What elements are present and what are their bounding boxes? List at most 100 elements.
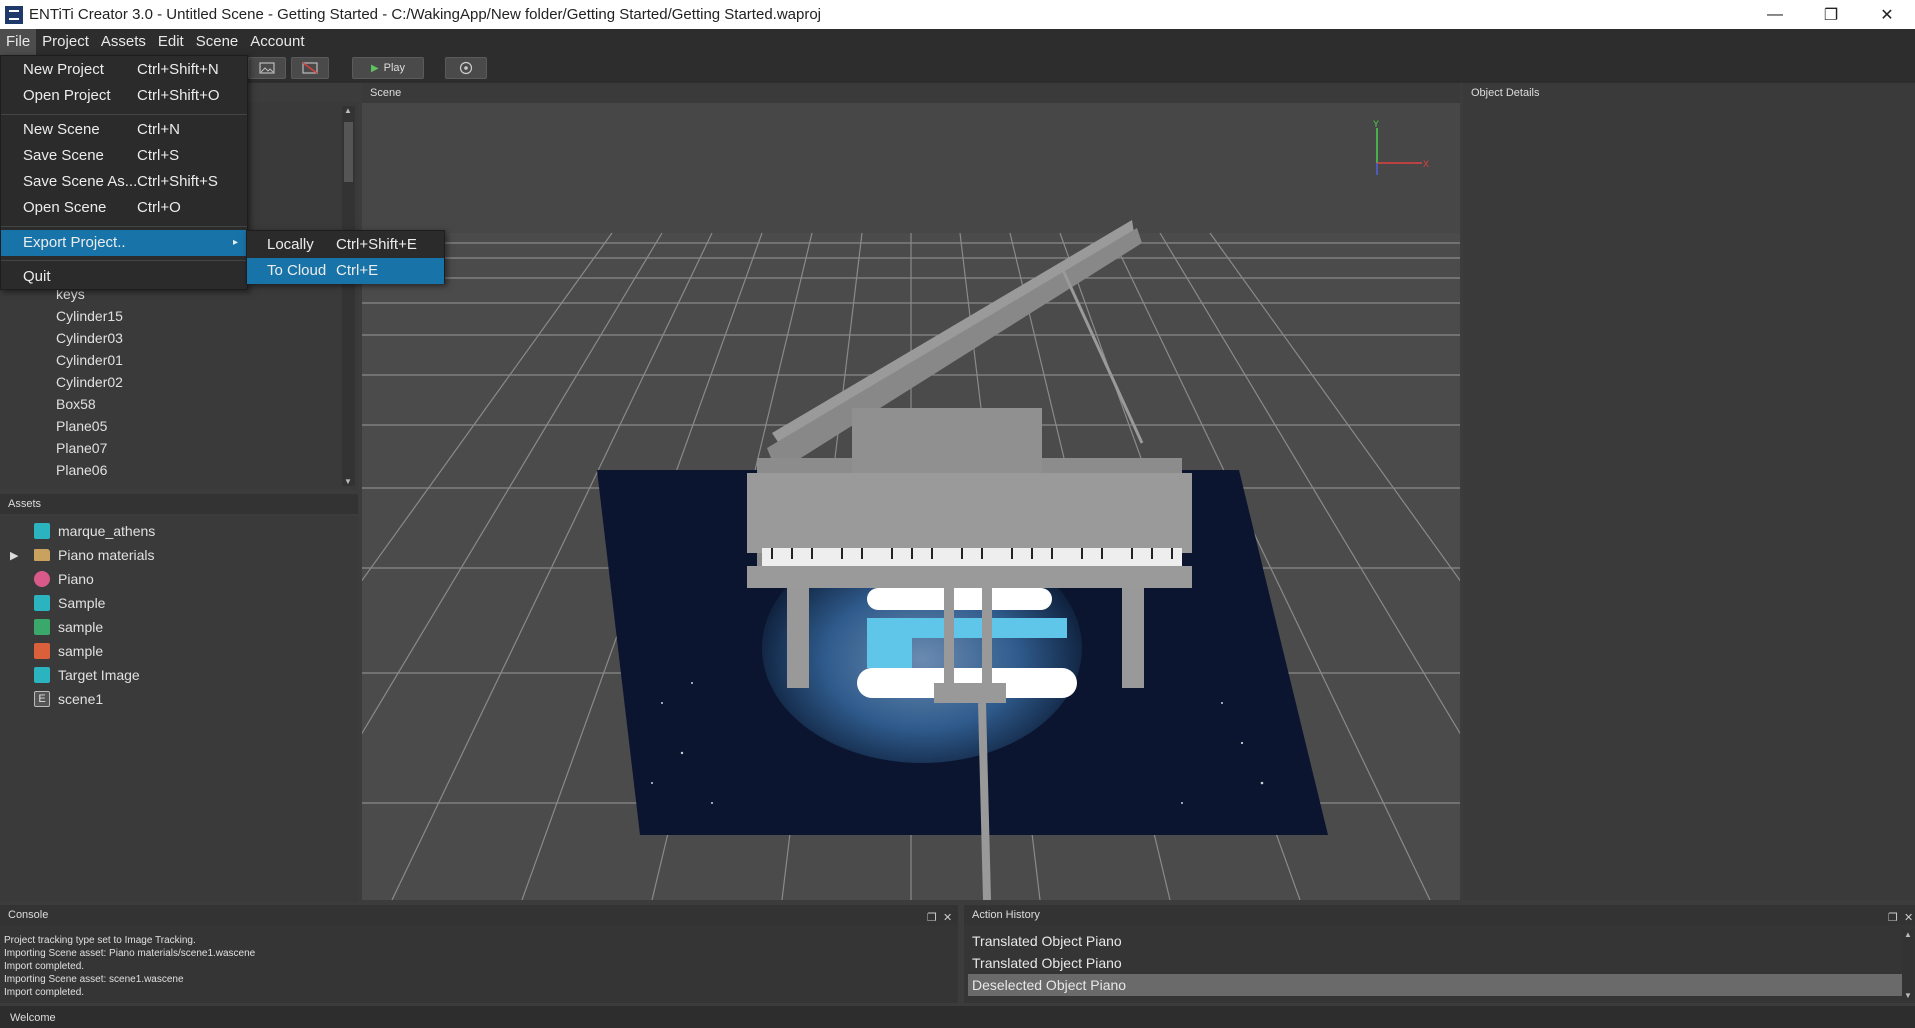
- scroll-up-icon[interactable]: ▲: [1904, 930, 1912, 939]
- asset-item[interactable]: sample: [0, 639, 103, 663]
- image-icon: [34, 595, 50, 611]
- status-bar: Welcome: [0, 1006, 1915, 1028]
- menu-account[interactable]: Account: [244, 29, 310, 55]
- x-axis-label: X: [1423, 159, 1429, 169]
- menu-item-quit[interactable]: Quit: [1, 264, 247, 290]
- asset-label: sample: [58, 619, 104, 635]
- asset-folder[interactable]: ▶ Piano materials: [0, 543, 155, 567]
- piano-leg: [787, 588, 809, 688]
- scroll-down-icon[interactable]: ▼: [1904, 991, 1912, 1000]
- piano-leg: [1122, 588, 1144, 688]
- menu-item-open-scene[interactable]: Open Scene Ctrl+O: [1, 195, 247, 221]
- image-icon: [34, 667, 50, 683]
- menu-separator: [1, 114, 247, 115]
- piano-keys: [762, 548, 1182, 566]
- menu-item-shortcut: Ctrl+O: [137, 199, 181, 216]
- object-details-header: Object Details: [1463, 83, 1915, 103]
- menu-scene[interactable]: Scene: [190, 29, 245, 55]
- submenu-arrow-icon: ▸: [233, 237, 239, 248]
- assets-panel: marque_athens ▶ Piano materials Piano Sa…: [0, 516, 358, 902]
- console-line: Import completed.: [4, 961, 85, 972]
- asset-item[interactable]: Sample: [0, 591, 105, 615]
- menu-assets[interactable]: Assets: [95, 29, 152, 55]
- menu-item-save-scene-as[interactable]: Save Scene As... Ctrl+Shift+S: [1, 169, 247, 195]
- scene-header: Scene: [362, 83, 1460, 103]
- play-label: Play: [383, 62, 406, 74]
- play-icon: ▶: [370, 62, 379, 74]
- scene-canvas: Y X: [362, 103, 1460, 900]
- scene-viewport[interactable]: Y X: [362, 103, 1460, 900]
- menu-item-label: To Cloud: [267, 262, 327, 279]
- asset-item[interactable]: marque_athens: [0, 519, 155, 543]
- expand-arrow-icon[interactable]: ▶: [0, 549, 34, 562]
- hierarchy-item[interactable]: Plane05: [56, 418, 107, 434]
- menu-project[interactable]: Project: [36, 29, 95, 55]
- action-history-title: Action History: [972, 909, 1040, 921]
- asset-label: Sample: [58, 595, 106, 611]
- scroll-down-icon[interactable]: ▼: [344, 477, 352, 486]
- image-tool-button[interactable]: [248, 57, 286, 79]
- minimize-button[interactable]: —: [1747, 0, 1803, 29]
- asset-item[interactable]: sample: [0, 615, 103, 639]
- menu-edit[interactable]: Edit: [152, 29, 190, 55]
- scroll-up-icon[interactable]: ▲: [344, 106, 352, 115]
- hierarchy-item[interactable]: Cylinder01: [56, 352, 123, 368]
- menu-item-shortcut: Ctrl+S: [137, 147, 180, 164]
- history-item[interactable]: Translated Object Piano: [968, 930, 1904, 952]
- console-header: Console ❐ ✕: [0, 905, 958, 925]
- menu-item-label: Open Scene: [23, 199, 107, 216]
- menu-item-open-project[interactable]: Open Project Ctrl+Shift+O: [1, 83, 247, 109]
- scroll-thumb[interactable]: [344, 122, 353, 182]
- asset-label: Target Image: [58, 667, 140, 683]
- crosshair-icon: [459, 61, 473, 75]
- hierarchy-item[interactable]: Plane06: [56, 462, 107, 478]
- export-submenu: Locally Ctrl+Shift+E To Cloud Ctrl+E: [246, 230, 445, 284]
- app-icon: [5, 5, 23, 24]
- menu-item-label: Open Project: [23, 87, 111, 104]
- menu-item-save-scene[interactable]: Save Scene Ctrl+S: [1, 143, 247, 169]
- asset-label: Piano materials: [58, 547, 155, 563]
- menu-item-new-scene[interactable]: New Scene Ctrl+N: [1, 117, 247, 143]
- action-history-header: Action History ❐ ✕: [964, 905, 1915, 925]
- menu-item-shortcut: Ctrl+E: [336, 262, 379, 279]
- history-item-selected[interactable]: Deselected Object Piano: [968, 974, 1904, 996]
- console-line: Importing Scene asset: Piano materials/s…: [4, 948, 256, 959]
- hierarchy-item[interactable]: Cylinder03: [56, 330, 123, 346]
- menu-item-export-locally[interactable]: Locally Ctrl+Shift+E: [247, 232, 444, 258]
- maximize-button[interactable]: ❐: [1803, 0, 1859, 29]
- menu-item-new-project[interactable]: New Project Ctrl+Shift+N: [1, 57, 247, 83]
- menu-bar: File Project Assets Edit Scene Account: [0, 29, 1915, 55]
- asset-item[interactable]: Piano: [0, 567, 94, 591]
- hierarchy-item[interactable]: Cylinder02: [56, 374, 123, 390]
- image-icon: [259, 62, 275, 74]
- image-icon: [34, 523, 50, 539]
- model-icon: [34, 571, 50, 587]
- assets-header: Assets: [0, 494, 358, 514]
- asset-item[interactable]: Target Image: [0, 663, 140, 687]
- target-button[interactable]: [445, 57, 487, 79]
- menu-item-shortcut: Ctrl+N: [137, 121, 180, 138]
- console-line: Importing Scene asset: scene1.wascene: [4, 974, 184, 985]
- menu-item-label: Export Project..: [23, 234, 126, 251]
- menu-item-export-project[interactable]: Export Project.. ▸: [1, 230, 247, 256]
- menu-item-shortcut: Ctrl+Shift+O: [137, 87, 220, 104]
- play-button[interactable]: ▶ Play: [352, 57, 424, 79]
- menu-item-export-to-cloud[interactable]: To Cloud Ctrl+E: [247, 258, 444, 284]
- hierarchy-item[interactable]: Box58: [56, 396, 96, 412]
- menu-item-shortcut: Ctrl+Shift+E: [336, 236, 417, 253]
- hierarchy-item[interactable]: Plane07: [56, 440, 107, 456]
- file-menu: New Project Ctrl+Shift+N Open Project Ct…: [0, 55, 248, 290]
- menu-item-label: New Scene: [23, 121, 100, 138]
- history-scrollbar[interactable]: ▲ ▼: [1902, 930, 1914, 1000]
- history-item[interactable]: Translated Object Piano: [968, 952, 1904, 974]
- menu-file[interactable]: File: [0, 29, 37, 55]
- object-details-panel: [1463, 103, 1915, 900]
- hierarchy-item[interactable]: Cylinder15: [56, 308, 123, 324]
- window-title: ENTiTi Creator 3.0 - Untitled Scene - Ge…: [29, 6, 822, 23]
- close-button[interactable]: ✕: [1859, 0, 1915, 29]
- asset-label: marque_athens: [58, 523, 156, 539]
- menu-separator: [1, 226, 247, 227]
- hierarchy-scrollbar[interactable]: ▲ ▼: [342, 106, 355, 486]
- asset-item[interactable]: E scene1: [0, 687, 103, 711]
- no-tracking-button[interactable]: [291, 57, 329, 79]
